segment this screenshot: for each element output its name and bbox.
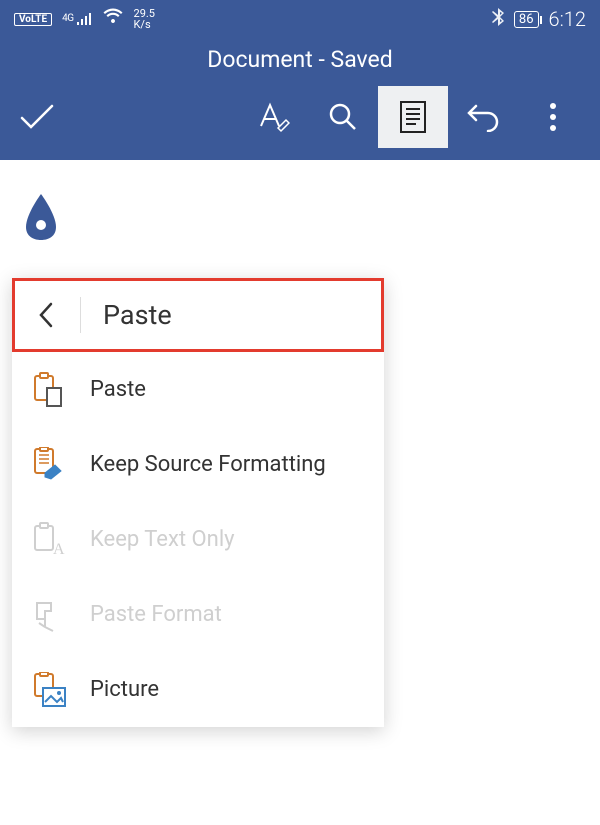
- title-bar: Document - Saved: [0, 38, 600, 80]
- panel-title: Paste: [81, 299, 172, 331]
- menu-label: Paste: [90, 377, 146, 402]
- document-title: Document - Saved: [207, 46, 392, 73]
- bluetooth-icon: [492, 8, 504, 30]
- keep-text-only-icon: A: [30, 521, 68, 559]
- svg-text:A: A: [53, 541, 65, 558]
- volte-badge: VoLTE: [14, 13, 52, 26]
- battery-indicator: 86: [514, 11, 539, 28]
- document-area[interactable]: Paste Paste Keep Source Formatting A Kee…: [0, 160, 600, 825]
- menu-label: Picture: [90, 677, 159, 702]
- undo-button[interactable]: [448, 86, 518, 148]
- menu-label: Keep Source Formatting: [90, 452, 326, 477]
- signal-icon: 4G: [62, 12, 91, 26]
- search-button[interactable]: [308, 86, 378, 148]
- paste-icon: [30, 371, 68, 409]
- panel-header: Paste: [12, 278, 384, 352]
- reading-view-button[interactable]: [378, 86, 448, 148]
- toolbar: [0, 80, 600, 160]
- status-left: VoLTE 4G 29.5K/s: [14, 8, 155, 30]
- menu-item-paste-format: Paste Format: [12, 577, 384, 652]
- menu-item-paste[interactable]: Paste: [12, 352, 384, 427]
- paste-format-icon: [30, 596, 68, 634]
- status-right: 86 6:12: [492, 7, 586, 31]
- format-button[interactable]: [238, 86, 308, 148]
- status-bar: VoLTE 4G 29.5K/s 86 6:12: [0, 0, 600, 38]
- picture-icon: [30, 671, 68, 709]
- menu-item-keep-source-formatting[interactable]: Keep Source Formatting: [12, 427, 384, 502]
- network-speed: 29.5K/s: [134, 8, 155, 30]
- clock: 6:12: [549, 7, 586, 31]
- more-button[interactable]: [518, 86, 588, 148]
- signal-gen: 4G: [62, 14, 73, 24]
- menu-label: Keep Text Only: [90, 527, 235, 552]
- keep-source-formatting-icon: [30, 446, 68, 484]
- menu-label: Paste Format: [90, 602, 222, 627]
- done-button[interactable]: [12, 86, 62, 148]
- menu-item-picture[interactable]: Picture: [12, 652, 384, 727]
- back-button[interactable]: [12, 278, 80, 351]
- paste-panel: Paste Paste Keep Source Formatting A Kee…: [12, 278, 384, 727]
- wifi-icon: [102, 8, 124, 30]
- ink-drop-icon: [26, 194, 56, 240]
- menu-item-keep-text-only: A Keep Text Only: [12, 502, 384, 577]
